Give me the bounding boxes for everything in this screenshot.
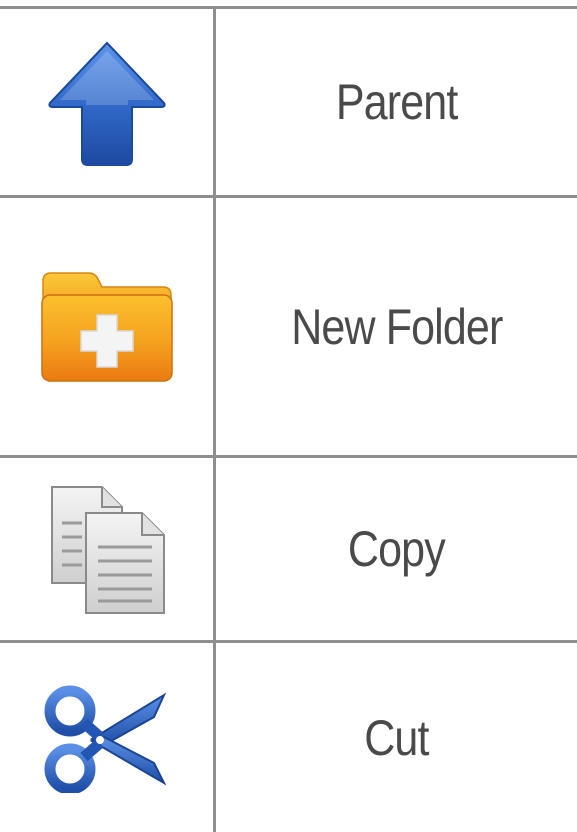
menu-item-label-cell: Cut: [216, 643, 577, 832]
menu-item-label-cell: Parent: [216, 9, 577, 195]
menu-item-new-folder[interactable]: New Folder: [0, 198, 577, 455]
menu-item-label-cell: New Folder: [216, 198, 577, 455]
menu-item-parent[interactable]: Parent: [0, 9, 577, 195]
up-arrow-icon: [47, 41, 166, 166]
copy-icon: [50, 486, 165, 614]
scissors-icon: [44, 685, 166, 793]
menu-item-label: Parent: [335, 74, 458, 130]
new-folder-icon: [40, 271, 173, 382]
menu-item-icon-cell: [0, 198, 213, 455]
menu-item-icon-cell: [0, 643, 213, 832]
menu-item-cut[interactable]: Cut: [0, 643, 577, 832]
menu-item-label: New Folder: [290, 298, 503, 355]
menu-item-icon-cell: [0, 9, 213, 195]
menu-item-icon-cell: [0, 458, 213, 640]
menu-item-label-cell: Copy: [216, 458, 577, 640]
context-menu: Parent New Folder Copy Cut: [0, 0, 577, 832]
menu-item-label: Copy: [348, 521, 446, 577]
menu-item-copy[interactable]: Copy: [0, 458, 577, 640]
menu-item-label: Cut: [364, 709, 429, 766]
